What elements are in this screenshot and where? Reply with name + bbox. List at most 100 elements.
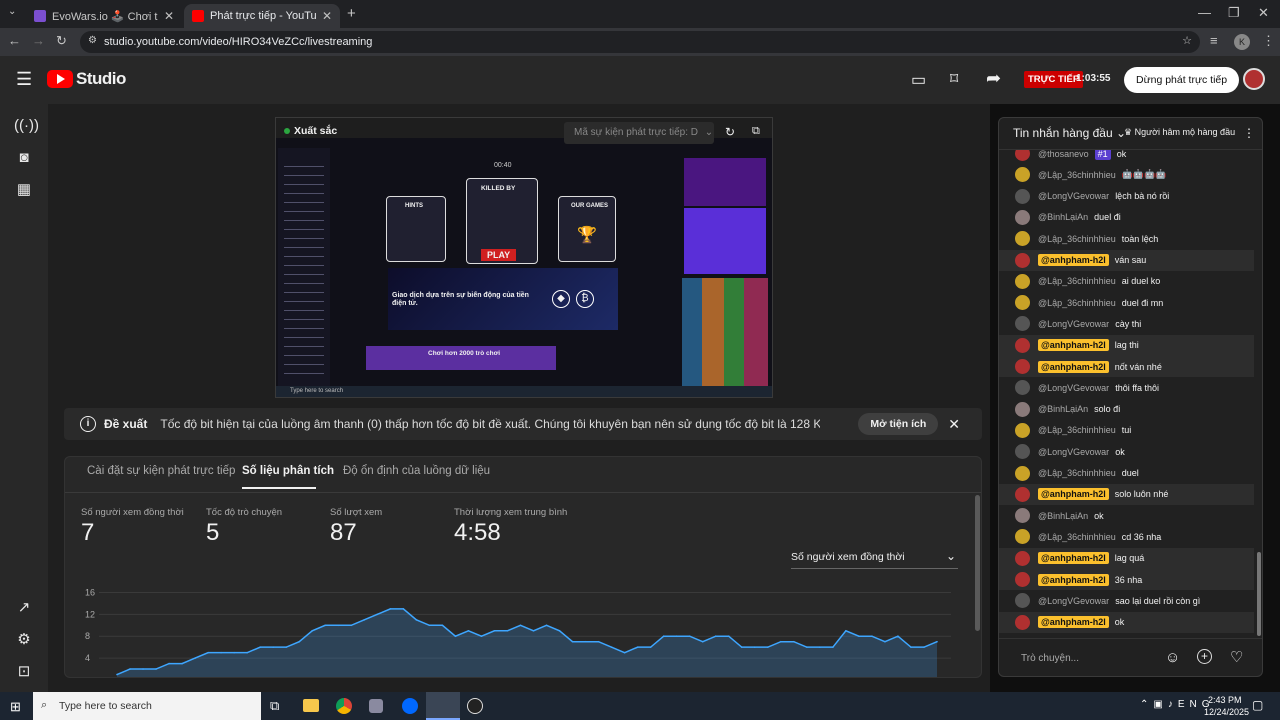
author-name[interactable]: @Lập_36chinhhieu	[1038, 532, 1116, 542]
chat-mode-dropdown[interactable]: Tin nhắn hàng đầu ⌄	[1013, 126, 1126, 140]
calendar-icon[interactable]: ▦	[14, 180, 34, 200]
studio-logo[interactable]: Studio	[47, 69, 126, 89]
author-name[interactable]: @LongVGevowar	[1038, 191, 1109, 201]
refresh-icon[interactable]: ↻	[725, 125, 735, 139]
stream-antenna-icon[interactable]: ((·))	[14, 116, 39, 136]
minimize-window-icon[interactable]: —	[1198, 5, 1211, 20]
tab-analytics[interactable]: Số liệu phân tích	[242, 465, 334, 477]
share-icon[interactable]: ➦	[986, 68, 1001, 89]
play-button[interactable]: PLAY	[481, 249, 517, 261]
author-name[interactable]: @Lập_36chinhhieu	[1038, 276, 1116, 286]
restore-window-icon[interactable]: ❐	[1228, 5, 1240, 21]
chrome-menu-icon[interactable]: ⋮	[1262, 33, 1275, 49]
channel-avatar[interactable]	[1243, 68, 1265, 90]
taskbar-search[interactable]: ⌕ Type here to search	[33, 692, 261, 720]
chat-message[interactable]: @Lập_36chinhhieu 🤖🤖🤖🤖	[999, 164, 1254, 185]
browser-tab-evowars[interactable]: EvoWars.io 🕹️ Chơi trên Crazy ✕	[26, 4, 182, 28]
author-name[interactable]: @BinhLạiAn	[1038, 511, 1088, 521]
obs-icon[interactable]	[467, 698, 483, 714]
chat-message[interactable]: @anhpham-h2l 36 nha	[999, 569, 1254, 590]
author-avatar[interactable]	[1015, 444, 1030, 460]
browser-tab-studio[interactable]: Phát trực tiếp - YouTube Studio ✕	[184, 4, 340, 28]
author-avatar[interactable]	[1015, 337, 1030, 353]
chrome-icon[interactable]	[336, 698, 352, 714]
analytics-scrollbar[interactable]	[975, 495, 980, 631]
file-explorer-icon[interactable]	[303, 699, 319, 712]
close-alert-icon[interactable]: ✕	[948, 416, 960, 433]
chat-scrollbar[interactable]	[1257, 552, 1261, 636]
chat-message[interactable]: @LongVGevowar ok	[999, 441, 1254, 462]
camera-icon[interactable]: ◙	[14, 148, 34, 168]
close-window-icon[interactable]: ✕	[1258, 5, 1269, 21]
new-tab-icon[interactable]: +	[347, 5, 356, 22]
author-avatar[interactable]	[1015, 508, 1030, 524]
chat-message[interactable]: @Lập_36chinhhieu toàn lệch	[999, 228, 1254, 249]
author-name[interactable]: @anhpham-h2l	[1038, 552, 1109, 565]
chat-message[interactable]: @anhpham-h2l lag thi	[999, 334, 1254, 356]
forward-icon[interactable]: →	[32, 33, 45, 48]
copy-icon[interactable]: ⧉	[752, 125, 760, 138]
author-avatar[interactable]	[1015, 614, 1030, 630]
reload-icon[interactable]: ↻	[56, 33, 67, 49]
stop-streaming-button[interactable]: Dừng phát trực tiếp	[1124, 67, 1240, 93]
expand-arrow-icon[interactable]: ↗	[14, 598, 34, 618]
author-name[interactable]: @LongVGevowar	[1038, 319, 1109, 329]
windows-start-icon[interactable]: ⊞	[10, 699, 21, 715]
close-tab-icon[interactable]: ✕	[164, 9, 174, 23]
chat-message[interactable]: @anhpham-h2l lag quá	[999, 547, 1254, 569]
chat-message[interactable]: @Lập_36chinhhieu duel	[999, 463, 1254, 484]
author-avatar[interactable]	[1015, 486, 1030, 502]
chat-message[interactable]: @thosanevo #1 ok	[999, 150, 1254, 164]
site-info-icon[interactable]: ⚙	[88, 35, 97, 46]
author-avatar[interactable]	[1015, 295, 1030, 311]
author-avatar[interactable]	[1015, 550, 1030, 566]
author-name[interactable]: @anhpham-h2l	[1038, 573, 1109, 586]
open-widget-button[interactable]: Mở tiện ích	[858, 413, 939, 435]
chat-message[interactable]: @LongVGevowar thôi ffa thôi	[999, 377, 1254, 398]
chat-options-icon[interactable]: ⋮	[1243, 126, 1255, 140]
chrome-active-icon[interactable]	[426, 692, 460, 720]
author-avatar[interactable]	[1015, 273, 1030, 289]
hamburger-menu-icon[interactable]: ☰	[16, 70, 32, 88]
author-name[interactable]: @thosanevo	[1038, 150, 1089, 159]
author-avatar[interactable]	[1015, 572, 1030, 587]
zalo-icon[interactable]	[402, 698, 418, 714]
author-name[interactable]: @BinhLạiAn	[1038, 404, 1088, 414]
emoji-icon[interactable]: ☺	[1165, 649, 1180, 666]
heart-icon[interactable]: ♡	[1230, 648, 1243, 666]
tab-search-icon[interactable]: ⌄	[8, 6, 16, 17]
profile-avatar[interactable]: K	[1234, 34, 1250, 50]
author-avatar[interactable]	[1015, 465, 1030, 481]
chat-message[interactable]: @BinhLạiAn duel đi	[999, 207, 1254, 228]
author-avatar[interactable]	[1015, 150, 1030, 161]
author-avatar[interactable]	[1015, 316, 1030, 332]
extensions-icon[interactable]: ≡	[1210, 33, 1218, 48]
chat-message[interactable]: @Lập_36chinhhieu ai duel ko	[999, 271, 1254, 292]
author-name[interactable]: @anhpham-h2l	[1038, 360, 1109, 373]
feedback-icon[interactable]: ⊡	[14, 662, 34, 682]
address-bar[interactable]: ⚙ studio.youtube.com/video/HIRO34VeZCc/l…	[80, 31, 1200, 53]
add-icon[interactable]: +	[1197, 649, 1212, 664]
author-name[interactable]: @Lập_36chinhhieu	[1038, 234, 1116, 244]
tab-stream-health[interactable]: Độ ổn định của luồng dữ liệu	[343, 465, 490, 477]
author-name[interactable]: @Lập_36chinhhieu	[1038, 170, 1116, 180]
top-fans-toggle[interactable]: ♛ Người hâm mộ hàng đầu	[1124, 127, 1235, 138]
chat-input[interactable]: Trò chuyện...	[1021, 653, 1079, 664]
author-name[interactable]: @Lập_36chinhhieu	[1038, 298, 1116, 308]
chat-message[interactable]: @BinhLạiAn solo đi	[999, 399, 1254, 420]
author-avatar[interactable]	[1015, 380, 1030, 396]
author-avatar[interactable]	[1015, 529, 1030, 545]
chat-message[interactable]: @LongVGevowar sao lại duel rồi còn gì	[999, 590, 1254, 611]
chat-message[interactable]: @anhpham-h2l solo luôn nhé	[999, 483, 1254, 505]
clapperboard-icon[interactable]: ▭	[911, 70, 926, 90]
author-name[interactable]: @anhpham-h2l	[1038, 339, 1109, 352]
bookmark-icon[interactable]: ⌑	[950, 69, 958, 89]
metric-dropdown[interactable]: Số người xem đồng thời ⌄	[791, 549, 958, 569]
author-name[interactable]: @Lập_36chinhhieu	[1038, 425, 1116, 435]
tab-event-settings[interactable]: Cài đặt sự kiện phát trực tiếp	[87, 465, 235, 477]
chat-message[interactable]: @BinhLạiAn ok	[999, 505, 1254, 526]
chat-message[interactable]: @anhpham-h2l ok	[999, 611, 1254, 633]
author-avatar[interactable]	[1015, 231, 1030, 247]
app-icon[interactable]	[369, 699, 383, 713]
author-avatar[interactable]	[1015, 188, 1030, 204]
